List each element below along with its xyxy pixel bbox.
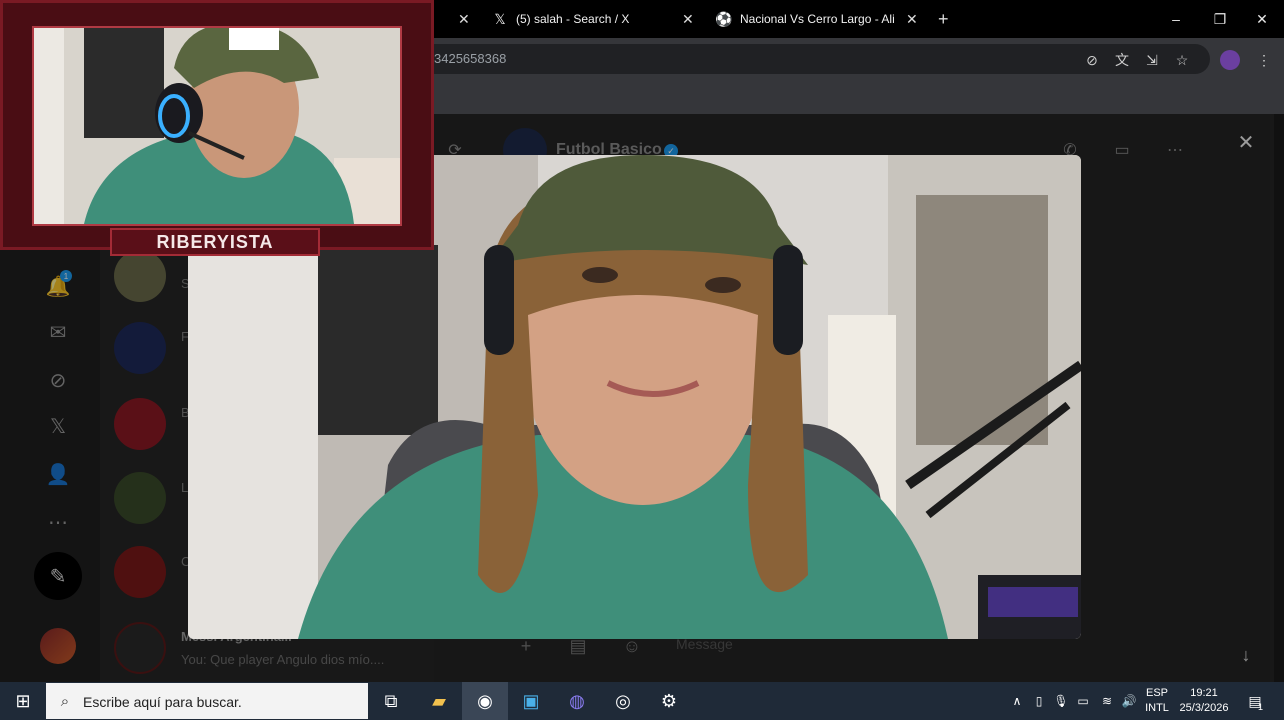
close-tab-icon[interactable]: ✕	[906, 11, 918, 28]
chrome-icon[interactable]: ◉	[462, 682, 508, 720]
minimize-button[interactable]: –	[1154, 0, 1198, 38]
camera-blocked-icon[interactable]: ⊘	[1082, 50, 1102, 70]
x-logo-icon: 𝕏	[494, 10, 506, 27]
microphone-icon[interactable]: 🎙	[1052, 692, 1070, 710]
install-app-icon[interactable]: ⇲	[1142, 50, 1162, 70]
url-text[interactable]: 3425658368	[434, 51, 506, 66]
streamer-webcam	[32, 26, 402, 226]
streamer-video-frame	[34, 28, 400, 224]
tray-app-icon[interactable]: ▯	[1030, 692, 1048, 710]
start-button[interactable]: ⊞	[0, 682, 46, 720]
task-view-icon[interactable]: ⧉	[368, 682, 414, 720]
maximize-button[interactable]: ❐	[1198, 0, 1242, 38]
search-input[interactable]: Escribe aquí para buscar.	[83, 694, 242, 710]
file-explorer-icon[interactable]: ▰	[416, 682, 462, 720]
menu-icon[interactable]: ⋮	[1254, 50, 1274, 70]
tab-search-x[interactable]: 𝕏 (5) salah - Search / X	[492, 4, 682, 34]
volume-icon[interactable]: 🔊	[1120, 692, 1138, 710]
tray-chevron-icon[interactable]: ∧	[1008, 692, 1026, 710]
battery-icon[interactable]: ▭	[1074, 692, 1092, 710]
clock[interactable]: 19:21 25/3/2026	[1176, 687, 1232, 714]
new-tab-button[interactable]: +	[938, 9, 949, 30]
search-icon: ⌕	[60, 692, 70, 710]
soccer-ball-icon: ⚽	[715, 10, 733, 27]
tab-nacional[interactable]: ⚽ Nacional Vs Cerro Largo - Aline	[715, 4, 896, 34]
language-indicator[interactable]: ESP INTL	[1142, 687, 1172, 714]
discord-icon[interactable]: ◍	[554, 682, 600, 720]
profile-avatar[interactable]	[1220, 50, 1240, 70]
app-icon[interactable]: ▣	[508, 682, 554, 720]
close-window-button[interactable]: ✕	[1240, 0, 1284, 38]
close-tab-icon[interactable]: ✕	[682, 11, 694, 28]
obs-icon[interactable]: ◎	[600, 682, 646, 720]
bookmark-star-icon[interactable]: ☆	[1172, 50, 1192, 70]
settings-gear-icon[interactable]: ⚙	[646, 682, 692, 720]
wifi-icon[interactable]: ≋	[1098, 692, 1116, 710]
streamer-name-plate: RIBERYISTA	[110, 228, 320, 256]
translate-icon[interactable]: 文	[1112, 50, 1132, 70]
close-tab-icon[interactable]: ✕	[458, 11, 470, 28]
notification-count: 1	[1258, 702, 1264, 712]
